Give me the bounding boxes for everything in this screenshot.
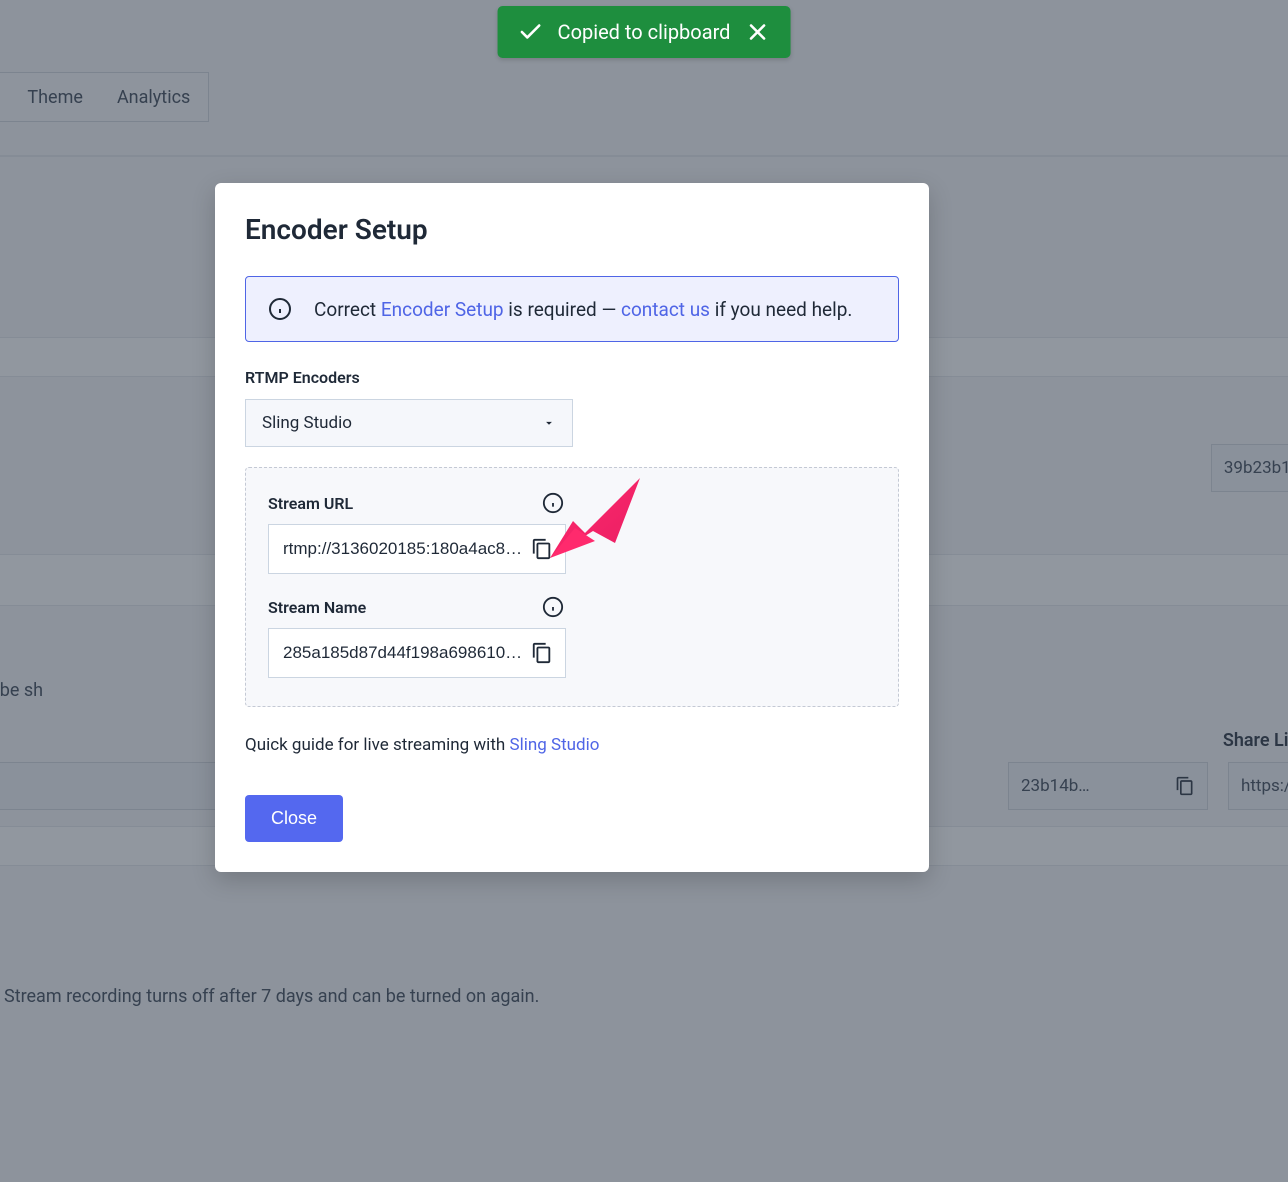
contact-us-link[interactable]: contact us	[621, 298, 710, 321]
copy-icon[interactable]	[531, 538, 553, 560]
stream-url-field	[268, 524, 566, 574]
rtmp-encoder-select[interactable]: Sling Studio	[245, 399, 573, 447]
sling-studio-guide-link[interactable]: Sling Studio	[509, 735, 599, 755]
stream-name-input[interactable]	[283, 643, 523, 663]
stream-url-input[interactable]	[283, 539, 523, 559]
toast-message: Copied to clipboard	[558, 20, 731, 44]
select-value: Sling Studio	[262, 413, 352, 433]
copy-icon[interactable]	[531, 642, 553, 664]
rtmp-encoders-label: RTMP Encoders	[245, 368, 899, 387]
close-button[interactable]: Close	[245, 795, 343, 842]
stream-name-label: Stream Name	[268, 598, 366, 617]
info-icon[interactable]	[542, 492, 564, 514]
banner-text: Correct Encoder Setup is required — cont…	[314, 298, 852, 321]
info-icon	[268, 297, 292, 321]
stream-url-label: Stream URL	[268, 494, 353, 513]
close-icon[interactable]	[744, 19, 770, 45]
encoder-setup-link[interactable]: Encoder Setup	[381, 298, 504, 321]
chevron-down-icon	[542, 416, 556, 430]
dialog-title: Encoder Setup	[245, 213, 899, 246]
encoder-setup-dialog: Encoder Setup Correct Encoder Setup is r…	[215, 183, 929, 872]
check-icon	[518, 19, 544, 45]
stream-fields-panel: Stream URL Stream Name	[245, 467, 899, 707]
toast-copied: Copied to clipboard	[498, 6, 791, 58]
info-icon[interactable]	[542, 596, 564, 618]
stream-name-field	[268, 628, 566, 678]
quick-guide-text: Quick guide for live streaming with Slin…	[245, 735, 899, 755]
info-banner: Correct Encoder Setup is required — cont…	[245, 276, 899, 342]
